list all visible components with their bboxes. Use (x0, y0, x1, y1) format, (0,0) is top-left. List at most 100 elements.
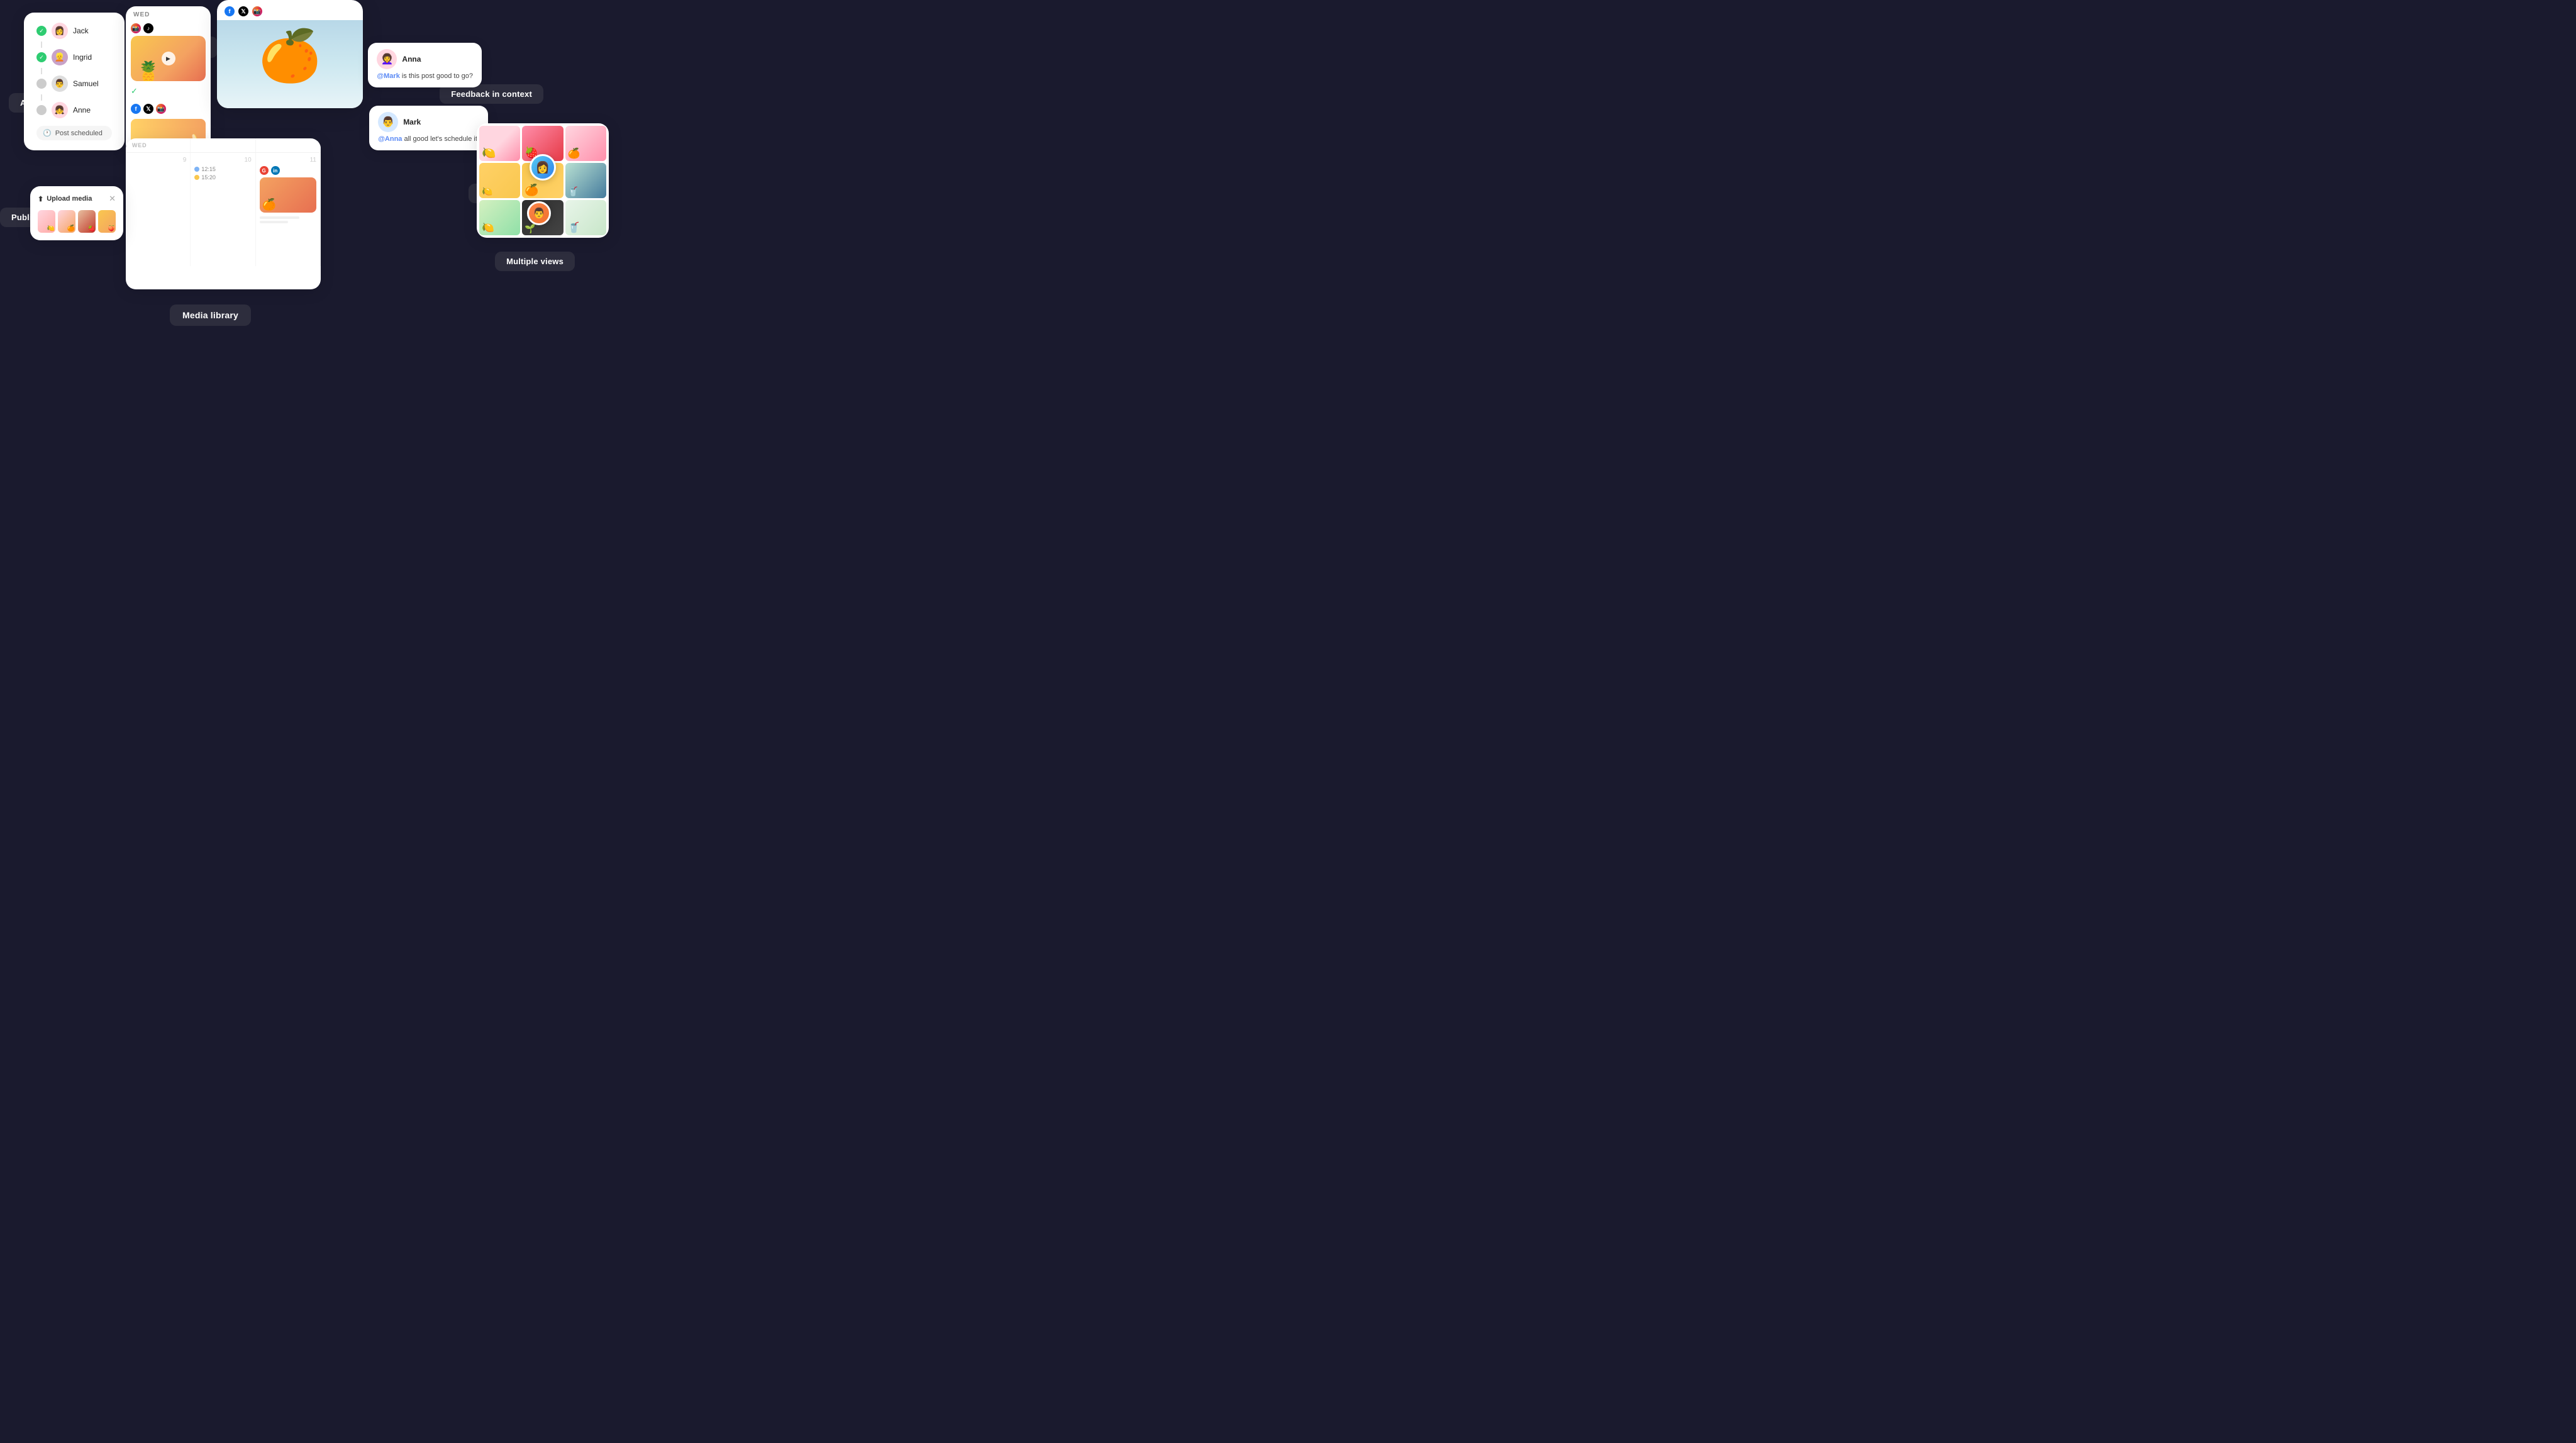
cb-mention-mark: @Anna (378, 135, 402, 143)
media-thumb-2[interactable] (58, 210, 75, 233)
comment-bubble-anna: 👩‍🦱 Anna @Mark is this post good to go? (368, 43, 482, 87)
social-icons-row-cal: G in (260, 166, 316, 175)
tiktok-icon-1: ♪ (143, 23, 153, 33)
name-anne: Anne (73, 106, 91, 114)
facebook-icon-1: f (131, 104, 141, 114)
time-dot-yellow (194, 175, 199, 180)
fruit-image-1: ▶ (131, 36, 206, 81)
status-anne (36, 105, 47, 115)
mini-line-2 (260, 221, 288, 223)
cal-cell-11: 11 G in (256, 153, 321, 266)
approvals-card: ✓ 👩 Jack ✓ 👱 Ingrid 👨 Samuel 👧 Anne 🕐 Po (24, 13, 125, 150)
status-samuel (36, 79, 47, 89)
scheduled-badge: 🕐 Post scheduled (36, 126, 112, 140)
avatar-anne: 👧 (52, 102, 68, 118)
social-icons-row-1: 📸 ♪ (126, 21, 211, 36)
main-post-card: f 𝕏 📸 🍊 (217, 0, 363, 108)
cal-date-11: 11 (260, 157, 316, 164)
media-thumb-4[interactable] (98, 210, 116, 233)
gallery-cell-6: 🥤 (565, 163, 606, 198)
social-icons-row-2: f 𝕏 📸 (126, 101, 211, 116)
comment-bubble-mark: 👨 Mark @Anna all good let's schedule it. (369, 106, 488, 150)
day-label-wed: WED (126, 6, 211, 21)
cb-avatar-mark: 👨 (378, 112, 398, 132)
cal-cell-10: 10 12:15 15:20 (191, 153, 255, 266)
approval-row-ingrid: ✓ 👱 Ingrid (36, 49, 112, 65)
cb-mention-anna: @Mark (377, 72, 399, 80)
gallery-cell-1 (479, 126, 520, 161)
clock-icon: 🕐 (43, 129, 52, 137)
time-slot-1: 12:15 (194, 166, 251, 172)
cal-date-9: 9 (130, 157, 186, 164)
collab-avatar-1: 👩 (530, 154, 556, 181)
time-dot-blue (194, 167, 199, 172)
time-2: 15:20 (201, 174, 216, 181)
play-button[interactable]: ▶ (162, 52, 175, 65)
upload-title: ⬆ Upload media (38, 195, 92, 203)
status-jack: ✓ (36, 26, 47, 36)
scene: Approvals Publishing Planning Feedback i… (0, 0, 644, 361)
cb-header-mark: 👨 Mark (378, 112, 479, 132)
avatar-samuel: 👨 (52, 75, 68, 92)
cal-grid-header: WED (126, 138, 321, 153)
gallery-cell-7: 🍋 (479, 200, 520, 235)
twitter-icon-1: 𝕏 (143, 104, 153, 114)
collab-avatar-1-emoji: 👩 (536, 161, 550, 174)
avatar-jack: 👩 (52, 23, 68, 39)
cal-thumb-11 (260, 177, 316, 213)
time-1: 12:15 (201, 166, 216, 172)
name-ingrid: Ingrid (73, 53, 92, 62)
cb-header-anna: 👩‍🦱 Anna (377, 49, 473, 69)
orange-emoji: 🍊 (258, 26, 321, 86)
thumb-orange-img (260, 177, 316, 213)
status-ingrid: ✓ (36, 52, 47, 62)
approval-row-anne: 👧 Anne (36, 102, 112, 118)
name-jack: Jack (73, 26, 89, 35)
media-thumb-3[interactable] (78, 210, 96, 233)
scheduled-text: Post scheduled (55, 130, 103, 137)
cal-cell-9: 9 (126, 153, 191, 266)
google-icon-cal: G (260, 166, 269, 175)
check-approved: ✓ (131, 86, 206, 96)
twitter-icon-main: 𝕏 (238, 6, 248, 16)
time-slot-2: 15:20 (194, 174, 251, 181)
upload-close-button[interactable]: ✕ (109, 194, 116, 204)
main-post-top: f 𝕏 📸 (217, 0, 363, 20)
name-samuel: Samuel (73, 79, 99, 88)
mini-line-1 (260, 216, 299, 219)
cb-text-anna: @Mark is this post good to go? (377, 72, 473, 81)
media-grid (38, 210, 116, 233)
upload-icon: ⬆ (38, 195, 43, 203)
approval-row-jack: ✓ 👩 Jack (36, 23, 112, 39)
cb-text-mark: @Anna all good let's schedule it. (378, 135, 479, 144)
instagram-icon-main: 📸 (252, 6, 262, 16)
main-post-image: 🍊 (217, 20, 363, 108)
cal-body: 9 10 12:15 15:20 11 G in (126, 153, 321, 266)
day-col-thu (191, 138, 255, 152)
cb-name-anna: Anna (402, 55, 421, 64)
upload-header: ⬆ Upload media ✕ (38, 194, 116, 204)
cb-name-mark: Mark (403, 118, 421, 126)
day-col-wed: WED (126, 138, 191, 152)
cb-avatar-anna: 👩‍🦱 (377, 49, 397, 69)
cal-date-10: 10 (194, 157, 251, 164)
gallery-cell-3: 🍊 (565, 126, 606, 161)
upload-media-card: ⬆ Upload media ✕ (30, 186, 123, 240)
facebook-icon-main: f (225, 6, 235, 16)
linkedin-icon-cal: in (271, 166, 280, 175)
planning-card: WED 📸 ♪ ▶ ✓ f 𝕏 📸 (126, 6, 211, 154)
cal-post-1: ▶ (131, 36, 206, 81)
media-library-label: Media library (170, 304, 251, 326)
gallery-cell-4 (479, 163, 520, 198)
multiple-views-label: Multiple views (495, 252, 575, 271)
collab-avatar-2-emoji: 👨 (533, 207, 545, 220)
media-thumb-1[interactable] (38, 210, 55, 233)
instagram-icon-2: 📸 (156, 104, 166, 114)
cal-mini-lines (260, 216, 316, 223)
cal-grid-card: WED 9 10 12:15 15:20 (126, 138, 321, 289)
day-col-fri (256, 138, 321, 152)
collab-avatar-2: 👨 (527, 201, 551, 225)
gallery-cell-9: 🥤 (565, 200, 606, 235)
instagram-icon-1: 📸 (131, 23, 141, 33)
approval-row-samuel: 👨 Samuel (36, 75, 112, 92)
